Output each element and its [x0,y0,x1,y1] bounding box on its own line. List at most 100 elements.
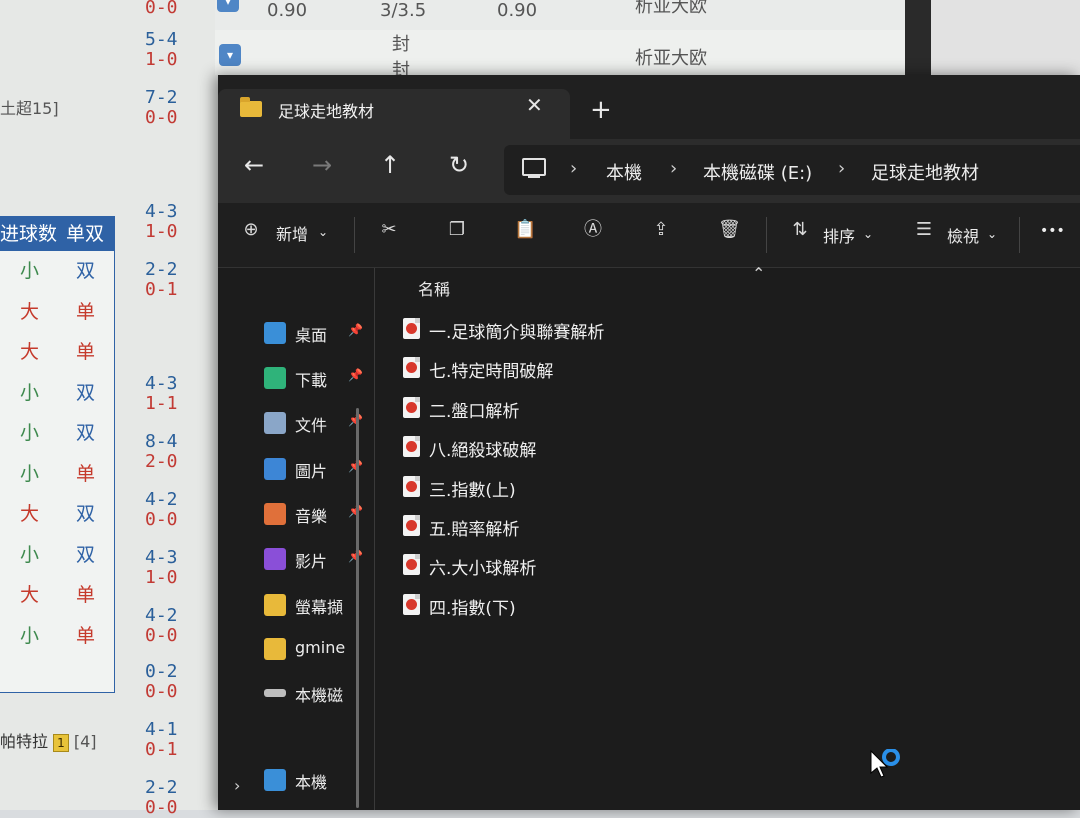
drive-icon [264,689,286,697]
folder-icon [264,594,286,616]
desktop-icon [264,322,286,344]
sort-button[interactable]: 排序 [823,223,855,247]
paste-icon[interactable]: 📋 [514,219,536,241]
expand-arrow-icon[interactable]: ▾ [219,44,241,66]
tab-bar: 足球走地教材 ✕ + [218,75,1080,139]
refresh-icon[interactable]: ↻ [449,151,469,179]
pin-icon[interactable]: 📌 [348,323,363,337]
sidebar-item-label: 本機 [295,773,328,792]
odd-even-cell: 双 [76,422,96,444]
pdf-file-icon [403,318,420,339]
chevron-right-icon[interactable]: › [670,158,677,179]
score-cell: 2-2 0-1 [145,260,178,300]
up-arrow-icon[interactable]: ↑ [380,151,400,179]
file-row[interactable]: 六.大小球解析 [403,550,803,580]
file-row[interactable]: 七.特定時間破解 [403,353,803,383]
full-time-score: 0-2 [145,661,178,682]
half-time-score: 0-0 [145,681,178,702]
full-time-score: 4-3 [145,373,178,394]
chevron-down-icon[interactable]: ⌄ [863,227,873,241]
odd-even-cell: 双 [76,260,96,282]
cut-icon[interactable]: ✂ [378,219,400,241]
goal-table: 进球数 单双 小双大单大单小双小双小单大双小双大单小单 [0,216,115,693]
sidebar-item[interactable]: 桌面 📌 [262,318,372,348]
expand-chevron-icon[interactable]: › [234,776,240,795]
rank-badge: 1 [53,734,69,752]
odd-even-cell: 双 [76,381,96,404]
full-time-score: 4-1 [145,719,178,740]
chevron-down-icon[interactable]: ⌄ [318,225,328,239]
tab-title: 足球走地教材 [278,102,375,121]
sidebar-item-label: 圖片 [295,462,328,481]
close-tab-icon[interactable]: ✕ [526,93,543,117]
file-row[interactable]: 八.絕殺球破解 [403,432,803,462]
chevron-right-icon[interactable]: › [838,158,845,179]
sidebar-item-label: 桌面 [295,326,328,345]
delete-icon[interactable]: 🗑 [718,219,741,241]
rename-icon[interactable]: Ⓐ [582,219,604,241]
new-tab-button[interactable]: + [590,95,612,125]
folder-icon [264,638,286,660]
plus-circle-icon[interactable]: ⊕ [240,219,262,241]
score-cell: 4-3 1-0 [145,202,178,242]
half-time-score: 0-0 [145,625,178,646]
full-time-score: 0-0 [145,0,178,18]
share-icon[interactable]: ⇪ [650,219,672,241]
goal-size-cell: 小 [20,543,40,566]
company-link[interactable]: 析亚大欧 [635,44,707,70]
file-list: ⌃ 名稱 一.足球簡介與聯賽解析 七.特定時間破解 二.盤口解析 八.絕殺球破解 三.指… [375,264,1080,810]
chevron-right-icon[interactable]: › [570,158,577,179]
forward-arrow-icon[interactable]: → [312,151,332,179]
half-time-score: 0-0 [145,797,178,818]
breadcrumb-this-pc[interactable]: 本機 [606,159,642,185]
odd-even-cell: 双 [76,503,96,525]
view-icon[interactable]: ☰ [913,219,935,241]
grey-screen-edge [931,0,1080,80]
file-row[interactable]: 二.盤口解析 [403,393,803,423]
odds-right: 0.90 [497,0,538,21]
pdf-file-icon [403,554,420,576]
view-button[interactable]: 檢視 [947,223,979,247]
goal-size-cell: 小 [20,260,40,282]
pdf-file-icon [403,515,420,536]
more-options-button[interactable]: ••• [1040,223,1065,239]
file-row[interactable]: 四.指數(下) [403,590,803,620]
divider [354,217,355,253]
file-row[interactable]: 三.指數(上) [403,472,803,502]
pdf-file-icon [403,357,420,379]
handicap-closed: 封 [392,34,410,55]
navigation-pane: 桌面📌下載📌文件📌圖片📌音樂📌影片📌螢幕擷gmine本機磁本機 › [218,268,375,810]
navigation-bar: ← → ↑ ↻ › 本機 › 本機磁碟 (E:) › 足球走地教材 [218,139,1080,203]
column-header-name[interactable]: 名稱 [418,276,450,300]
sidebar-item-label: 下載 [295,371,328,390]
score-cell: 4-3 1-1 [145,374,178,414]
half-time-score: 1-0 [145,567,178,588]
new-button[interactable]: 新增 [276,221,308,245]
sidebar-item-label: 文件 [295,416,328,435]
odd-even-cell: 单 [76,300,96,323]
breadcrumb-local-disk[interactable]: 本機磁碟 (E:) [703,159,812,185]
score-cell: 8-4 2-0 [145,432,178,472]
pdf-file-icon [403,593,420,615]
copy-icon[interactable]: ❐ [446,219,468,241]
chevron-down-icon[interactable]: ⌄ [987,227,997,241]
breadcrumb-current-folder[interactable]: 足球走地教材 [871,159,979,185]
tab-football-materials[interactable]: 足球走地教材 ✕ [218,89,570,139]
expand-arrow-icon[interactable]: ▾ [217,0,239,12]
sidebar-scrollbar[interactable] [356,408,359,808]
pc-icon [522,158,546,178]
pin-icon[interactable]: 📌 [348,368,363,382]
file-row[interactable]: 五.賠率解析 [403,511,803,541]
file-row[interactable]: 一.足球簡介與聯賽解析 [403,314,803,344]
address-bar[interactable]: › 本機 › 本機磁碟 (E:) › 足球走地教材 [504,145,1080,195]
file-name: 五.賠率解析 [429,520,520,540]
folder-icon [240,97,262,117]
sidebar-item[interactable]: 下載 📌 [262,363,372,393]
file-name: 四.指數(下) [429,598,516,619]
company-link[interactable]: 析亚大欧 [635,0,707,18]
sidebar-item-label: gmine [295,638,346,657]
sidebar-item-label: 影片 [295,552,328,571]
team-name[interactable]: 帕特拉 [0,732,48,751]
back-arrow-icon[interactable]: ← [244,151,264,179]
sort-icon[interactable]: ⇅ [789,219,811,241]
